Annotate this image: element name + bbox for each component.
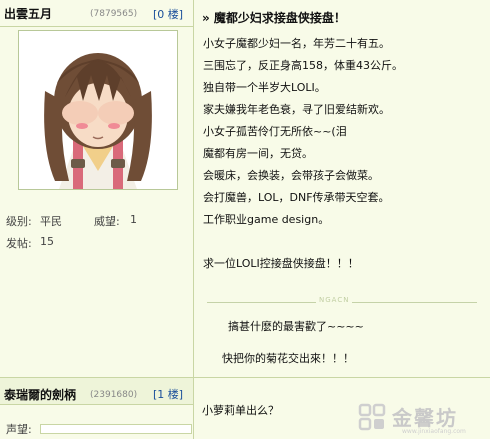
post-line: 会打魔兽，LOL，DNF传承带天空套。 xyxy=(203,191,390,204)
floor-link[interactable]: [0 楼] xyxy=(153,6,183,22)
post-title: » 魔都少妇求接盘侠接盘！ xyxy=(202,11,346,25)
signature-line: 搞甚什麽的最害歡了~~~~ xyxy=(228,320,364,333)
post-line: 家夫嫌我年老色衰，寻了旧爱结新欢。 xyxy=(203,103,390,116)
forum-thread: 出雲五月 (7879565) [0 楼] 级别: 平民 威望: 1 发帖: 15… xyxy=(0,0,490,439)
floor-link[interactable]: [1 楼] xyxy=(153,386,183,402)
avatar-image xyxy=(19,31,177,189)
watermark-url: www.jinxiaofang.com xyxy=(402,428,466,435)
watermark-logo-icon xyxy=(358,403,386,431)
level-label: 级别: xyxy=(6,215,32,228)
posts-label: 发帖: xyxy=(6,237,32,250)
level-value: 平民 xyxy=(40,215,62,228)
reputation-bar xyxy=(40,424,192,434)
post-line: 三围忘了，反正身高158，体重43公斤。 xyxy=(203,59,403,72)
post1-author-header: 出雲五月 (7879565) [0 楼] xyxy=(0,0,193,26)
author-name[interactable]: 出雲五月 xyxy=(4,5,52,22)
author-header-divider xyxy=(0,26,193,27)
post-line: 魔都有房一间，无贷。 xyxy=(203,147,313,160)
reputation-label: 声望: xyxy=(6,423,32,436)
post-line: 小萝莉单出么？ xyxy=(202,404,279,417)
post-line: 会暖床，会换装，会带孩子会做菜。 xyxy=(203,169,379,182)
column-divider xyxy=(193,0,194,439)
author-id: (7879565) xyxy=(90,9,138,19)
signature-mark: NGACN xyxy=(316,296,353,304)
author-name[interactable]: 泰瑞爾的劍柄 xyxy=(4,386,76,403)
post-line: 小女子孤苦伶仃无所依~~(泪 xyxy=(203,125,347,138)
signature-line: 快把你的菊花交出來！！！ xyxy=(222,352,354,365)
author-id: (2391680) xyxy=(90,390,138,400)
post-line: 求一位LOLI控接盘侠接盘！！！ xyxy=(203,257,359,270)
author-header-divider xyxy=(0,404,193,405)
avatar[interactable] xyxy=(18,30,178,190)
prestige-label: 威望: xyxy=(94,215,120,228)
prestige-value: 1 xyxy=(130,213,137,226)
watermark-text: 金馨坊 xyxy=(392,406,458,430)
post-line: 独自带一个半岁大LOLI。 xyxy=(203,81,326,94)
post-line: 小女子魔都少妇一名，年芳二十有五。 xyxy=(203,37,390,50)
post2-author-header: 泰瑞爾的劍柄 (2391680) [1 楼] xyxy=(0,378,193,404)
post-line: 工作职业game design。 xyxy=(203,213,330,226)
posts-value: 15 xyxy=(40,235,54,248)
